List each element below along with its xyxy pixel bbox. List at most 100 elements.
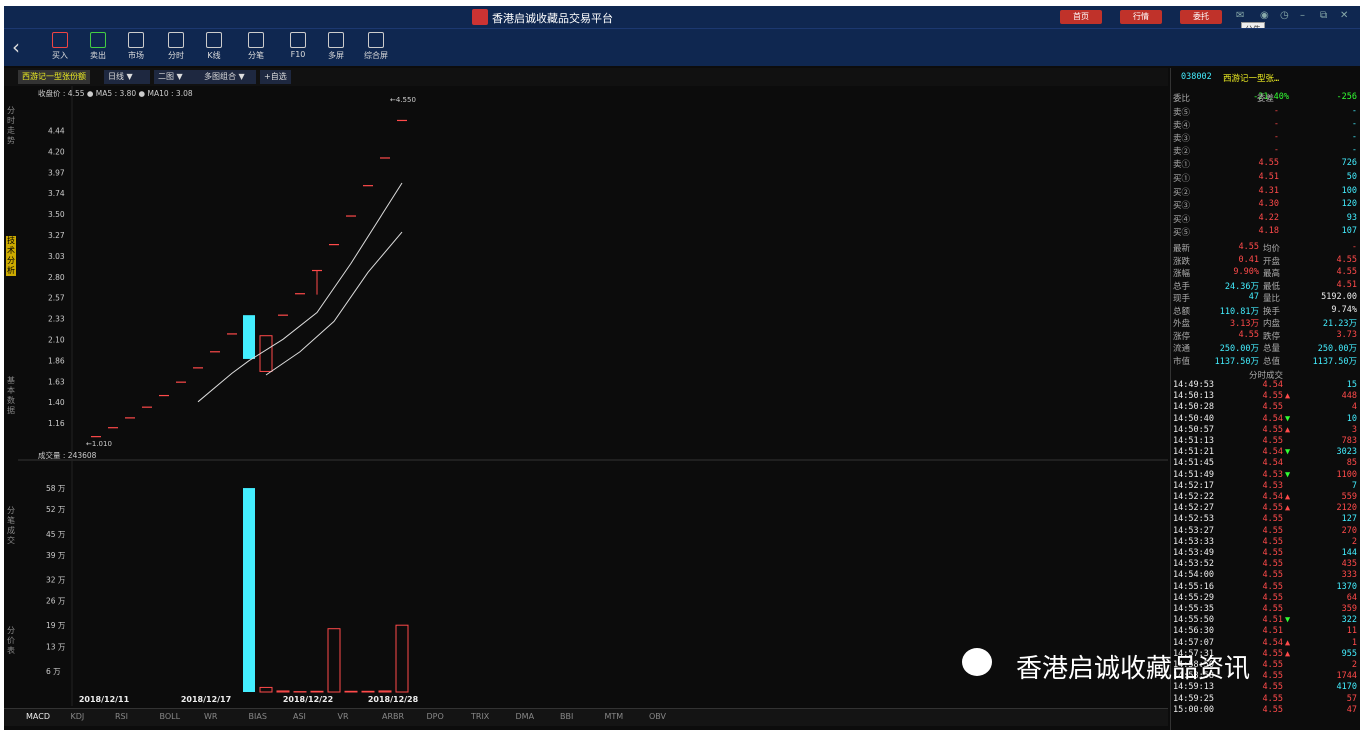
toolbar-market-button[interactable]: 市场 <box>122 32 150 61</box>
nav-ticks[interactable]: 分笔成交 <box>6 506 16 546</box>
tab-period[interactable]: 日线 ▼ <box>104 70 150 84</box>
volume-bar <box>243 488 255 692</box>
price-tick-label: 4.20 <box>48 148 65 157</box>
tick-volume: 359 <box>1341 604 1357 614</box>
cell: 4.55 <box>1238 329 1259 340</box>
cell: 4.51 <box>1336 279 1357 290</box>
cell: 委比 <box>1173 94 1191 104</box>
toolbar-kline-button[interactable]: K线 <box>200 32 228 61</box>
indicator-tab-rsi[interactable]: RSI <box>115 712 128 721</box>
cell: 卖② <box>1173 147 1191 157</box>
cell: - <box>1351 106 1357 116</box>
indicator-tab-bbi[interactable]: BBI <box>560 712 573 721</box>
volume-legend: 成交量 : 243608 <box>38 450 97 460</box>
nav-fundamental[interactable]: 基本数据 <box>6 376 16 416</box>
clock-icon[interactable]: ◷ <box>1280 10 1289 21</box>
indicator-tab-mtm[interactable]: MTM <box>605 712 624 721</box>
cell: 120 <box>1341 199 1357 209</box>
close-icon[interactable]: ✕ <box>1340 10 1348 21</box>
tick-time: 14:52:53 <box>1173 514 1214 525</box>
tick-price: 4.55 <box>1262 581 1283 592</box>
cell: 1137.50万 <box>1312 356 1357 367</box>
add-favorite-button[interactable]: +自选 <box>260 70 291 84</box>
volume-tick-label: 39 万 <box>46 551 66 560</box>
tick-volume: 2120 <box>1336 503 1357 514</box>
volume-tick-label: 32 万 <box>46 575 66 584</box>
volume-bar <box>378 690 392 693</box>
indicator-tab-dpo[interactable]: DPO <box>427 712 444 721</box>
toolbar-dashboard-button[interactable]: 综合屏 <box>362 32 390 61</box>
notice-icon[interactable]: ✉ <box>1236 10 1244 21</box>
volume-bar <box>310 690 324 693</box>
indicator-tabs: MACD KDJ RSI BOLL WR BIAS ASI VR ARBR DPO TRIX DMA B… <box>4 708 1168 726</box>
toolbar-label: 卖出 <box>90 51 106 60</box>
volume-tick-label: 19 万 <box>46 621 66 630</box>
cell: 涨跌 <box>1173 256 1191 267</box>
tick-row: 14:52:53 4.55 127 <box>1171 514 1359 526</box>
minimize-icon[interactable]: – <box>1300 10 1305 21</box>
tick-price: 4.54 <box>1262 458 1283 469</box>
nav-timeshare[interactable]: 分时走势 <box>6 106 16 146</box>
tick-time: 14:55:50 <box>1173 615 1214 626</box>
nav-technical[interactable]: 技术分析 <box>6 236 16 276</box>
tab-combo[interactable]: 多图组合 ▼ <box>200 70 256 84</box>
indicator-tab-asi[interactable]: ASI <box>293 712 306 721</box>
price-tick-label: 3.50 <box>48 210 65 219</box>
tick-price: 4.55 <box>1262 402 1283 413</box>
cell: 4.22 <box>1258 212 1279 223</box>
indicator-tab-dma[interactable]: DMA <box>516 712 535 721</box>
indicator-tab-bias[interactable]: BIAS <box>249 712 267 721</box>
restore-icon[interactable]: ⧉ <box>1320 10 1327 21</box>
toolbar-sell-button[interactable]: 卖出 <box>84 32 112 61</box>
tick-volume: 270 <box>1341 525 1357 536</box>
indicator-tab-trix[interactable]: TRIX <box>471 712 489 721</box>
tick-row: 14:52:22 4.54 ▲ 559 <box>1171 492 1359 504</box>
tab-product[interactable]: 西游记一型张份额 <box>18 70 90 84</box>
cell: 9.90% <box>1233 267 1259 277</box>
kline-chart[interactable]: 收盘价 : 4.55 ● MA5 : 3.80 ● MA10 : 3.08 成交… <box>18 86 1168 706</box>
toolbar-label: 买入 <box>52 51 68 60</box>
toolbar-f10-button[interactable]: F10 <box>284 32 312 59</box>
tick-price: 4.55 <box>1262 525 1283 536</box>
tick-time: 14:51:13 <box>1173 436 1214 446</box>
toolbar-multiscreen-button[interactable]: 多屏 <box>322 32 350 61</box>
stat-row: 总手 24.36万 最低 4.51 <box>1171 280 1359 292</box>
toolbar-tick-button[interactable]: 分笔 <box>242 32 270 61</box>
tick-volume: 1100 <box>1336 469 1357 480</box>
user-icon[interactable]: ◉ <box>1260 10 1269 21</box>
tick-volume: 4170 <box>1336 682 1357 693</box>
tick-row: 14:59:25 4.55 57 <box>1171 694 1359 706</box>
indicator-tab-vr[interactable]: VR <box>338 712 349 721</box>
tick-row: 14:52:27 4.55 ▲ 2120 <box>1171 503 1359 515</box>
order-button[interactable]: 委托 <box>1180 10 1222 24</box>
toolbar-label: 市场 <box>128 51 144 60</box>
tick-price: 4.54 <box>1262 380 1283 390</box>
tick-time: 14:55:29 <box>1173 592 1214 603</box>
tick-volume: 144 <box>1341 548 1357 558</box>
home-button[interactable]: 首页 <box>1060 10 1102 24</box>
bid-row: 买③ 4.30 120 <box>1171 199 1359 211</box>
indicator-tab-obv[interactable]: OBV <box>649 712 666 721</box>
cell: 市值 <box>1173 356 1191 367</box>
back-icon[interactable]: ‹ <box>12 35 20 59</box>
tick-time: 14:51:49 <box>1173 469 1214 480</box>
cell: 9.74% <box>1331 304 1357 315</box>
cell: 买③ <box>1173 201 1191 211</box>
indicator-tab-kdj[interactable]: KDJ <box>71 712 85 721</box>
cell: 250.00万 <box>1219 344 1259 354</box>
tick-row: 14:53:33 4.55 2 <box>1171 537 1359 549</box>
tab-layout[interactable]: 二图 ▼ <box>154 70 200 84</box>
indicator-tab-macd[interactable]: MACD <box>26 712 50 721</box>
indicator-tab-arbr[interactable]: ARBR <box>382 712 404 721</box>
indicator-tab-boll[interactable]: BOLL <box>160 712 181 721</box>
quotes-button[interactable]: 行情 <box>1120 10 1162 24</box>
toolbar-label: F10 <box>290 50 306 59</box>
toolbar-buy-button[interactable]: 买入 <box>46 32 74 61</box>
nav-price-table[interactable]: 分价表 <box>6 626 16 656</box>
toolbar-timeshare-button[interactable]: 分时 <box>162 32 190 61</box>
tick-volume: 15 <box>1346 380 1357 390</box>
indicator-tab-wr[interactable]: WR <box>204 712 217 721</box>
cell: 47 <box>1248 292 1259 302</box>
cell: 跌停 <box>1263 331 1281 342</box>
tick-time: 14:49:53 <box>1173 380 1214 390</box>
